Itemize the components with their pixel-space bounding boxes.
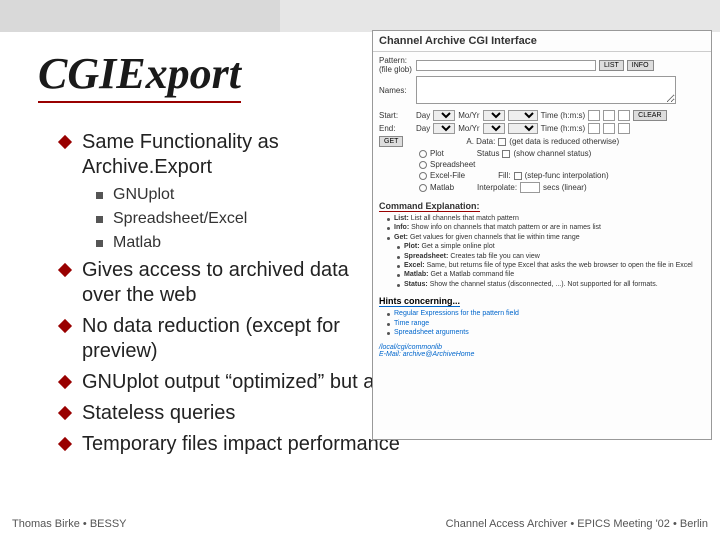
bullet-icon [58,406,72,420]
bullet-text: Gives access to archived data over the w… [82,258,382,308]
start-h[interactable] [588,110,600,121]
hint-link[interactable]: Regular Expressions for the pattern fiel… [394,310,519,318]
fill-check[interactable] [514,172,522,180]
end-day[interactable] [433,123,455,134]
hints-heading: Hints concerning... [379,296,460,307]
day-label: Day [416,111,430,120]
cgi-interface-screenshot: Channel Archive CGI Interface Pattern: (… [372,30,712,440]
subbullet-text: Spreadsheet/Excel [113,210,247,228]
subbullet-icon [96,192,103,199]
bullet-text: Same Functionality as Archive.Export [82,130,382,180]
plot-radio[interactable] [419,150,427,158]
spread-radio[interactable] [419,161,427,169]
start-label: Start: [379,111,413,120]
names-label: Names: [379,86,413,95]
subbullet-icon [96,216,103,223]
status-label: Status [477,149,500,158]
hint-link[interactable]: Time range [394,320,429,328]
subbullet-icon [96,240,103,247]
bullet-icon [58,263,72,277]
start-yr[interactable] [508,110,538,121]
time-label: Time (h:m:s) [541,111,586,120]
end-yr[interactable] [508,123,538,134]
end-m[interactable] [603,123,615,134]
clear-button[interactable]: CLEAR [633,110,666,121]
bullet-text: Temporary files impact performance [82,432,400,457]
cmd-heading: Command Explanation: [379,201,480,212]
subbullet-text: Matlab [113,234,161,252]
bullet-icon [58,375,72,389]
footer-right: Channel Access Archiver • EPICS Meeting … [446,518,708,530]
start-s[interactable] [618,110,630,121]
bullet-icon [58,437,72,451]
getdata-label: A. Data: [466,137,495,146]
start-m[interactable] [603,110,615,121]
getdata-check[interactable] [498,138,506,146]
hint-link[interactable]: Spreadsheet arguments [394,329,469,337]
info-button[interactable]: INFO [627,60,654,71]
cgi-heading: Channel Archive CGI Interface [373,31,711,52]
list-button[interactable]: LIST [599,60,624,71]
bullet-icon [58,135,72,149]
end-label: End: [379,124,413,133]
start-day[interactable] [433,110,455,121]
bullet-text: No data reduction (except for preview) [82,314,382,364]
end-h[interactable] [588,123,600,134]
header-band-accent [0,0,280,32]
interp-label: Interpolate: [477,183,517,192]
fill-label: Fill: [498,171,510,180]
slide-title: CGIExport [38,48,241,103]
bullet-text: Stateless queries [82,401,235,426]
url-line[interactable]: E-Mail: archive@ArchiveHome [379,351,705,358]
end-mo[interactable] [483,123,505,134]
names-input[interactable] [416,76,676,104]
subbullet-text: GNUplot [113,186,174,204]
pattern-input[interactable] [416,60,596,71]
pattern-label: Pattern: (file glob) [379,56,413,74]
moyr-label: Mo/Yr [458,111,479,120]
get-button[interactable]: GET [379,136,403,147]
start-mo[interactable] [483,110,505,121]
footer: Thomas Birke • BESSY Channel Access Arch… [0,518,720,530]
end-s[interactable] [618,123,630,134]
excel-radio[interactable] [419,172,427,180]
bullet-icon [58,319,72,333]
footer-left: Thomas Birke • BESSY [12,518,127,530]
interp-input[interactable] [520,182,540,193]
matlab-radio[interactable] [419,184,427,192]
status-check[interactable] [502,150,510,158]
url-line[interactable]: /local/cgi/commonlib [379,344,705,351]
